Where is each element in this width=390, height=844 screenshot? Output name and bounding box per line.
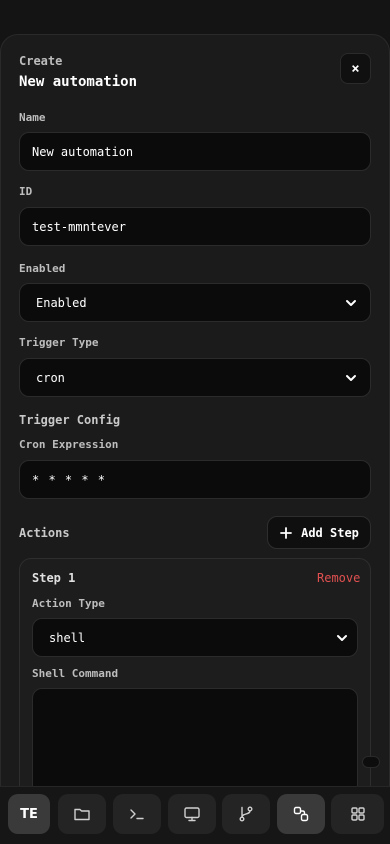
remove-step-button[interactable]: Remove xyxy=(317,571,360,585)
plus-icon xyxy=(280,526,292,539)
git-button[interactable] xyxy=(222,794,270,834)
chevron-down-icon xyxy=(346,299,356,306)
automations-button[interactable] xyxy=(277,794,325,834)
add-step-button[interactable]: Add Step xyxy=(267,516,371,549)
scroll-handle[interactable] xyxy=(362,756,380,768)
id-input[interactable]: test-mmntever xyxy=(19,207,371,246)
trigger-config-title: Trigger Config xyxy=(19,413,121,427)
id-input-value: test-mmntever xyxy=(32,219,126,234)
monitor-button[interactable] xyxy=(168,794,216,834)
action-type-select[interactable]: shell xyxy=(32,618,358,657)
step-title: Step 1 xyxy=(32,571,76,585)
close-icon: × xyxy=(351,60,360,77)
enabled-label: Enabled xyxy=(19,262,66,275)
workspace-avatar: TE xyxy=(20,806,38,822)
add-step-label: Add Step xyxy=(301,525,359,540)
git-branch-icon xyxy=(239,806,253,822)
page-title: New automation xyxy=(19,74,138,90)
trigger-type-select[interactable]: cron xyxy=(19,358,371,397)
chevron-down-icon xyxy=(337,634,347,641)
enabled-select-value: Enabled xyxy=(36,295,87,310)
cron-expression-value: * * * * * xyxy=(32,472,107,487)
grid-icon xyxy=(350,807,365,821)
action-type-label: Action Type xyxy=(32,597,105,610)
header-kicker: Create xyxy=(19,54,63,68)
monitor-icon xyxy=(184,807,200,822)
folder-icon xyxy=(74,808,90,821)
enabled-select[interactable]: Enabled xyxy=(19,283,371,322)
apps-grid-button[interactable] xyxy=(331,794,384,834)
close-button[interactable]: × xyxy=(340,53,371,84)
name-input[interactable]: New automation xyxy=(19,132,371,171)
shell-command-textarea[interactable] xyxy=(32,688,358,798)
terminal-button[interactable] xyxy=(113,794,161,834)
terminal-icon xyxy=(130,809,144,820)
trigger-type-select-value: cron xyxy=(36,370,65,385)
cron-expression-label: Cron Expression xyxy=(19,438,119,451)
workflow-icon xyxy=(293,806,309,822)
id-label: ID xyxy=(19,185,33,198)
workspace-avatar-button[interactable]: TE xyxy=(8,794,50,834)
trigger-type-label: Trigger Type xyxy=(19,336,99,349)
shell-command-label: Shell Command xyxy=(32,667,119,680)
action-type-select-value: shell xyxy=(49,630,86,645)
cron-expression-input[interactable]: * * * * * xyxy=(19,460,371,499)
name-input-value: New automation xyxy=(32,144,134,159)
actions-title: Actions xyxy=(19,526,70,540)
chevron-down-icon xyxy=(346,374,356,381)
name-label: Name xyxy=(19,111,46,124)
files-button[interactable] xyxy=(58,794,106,834)
